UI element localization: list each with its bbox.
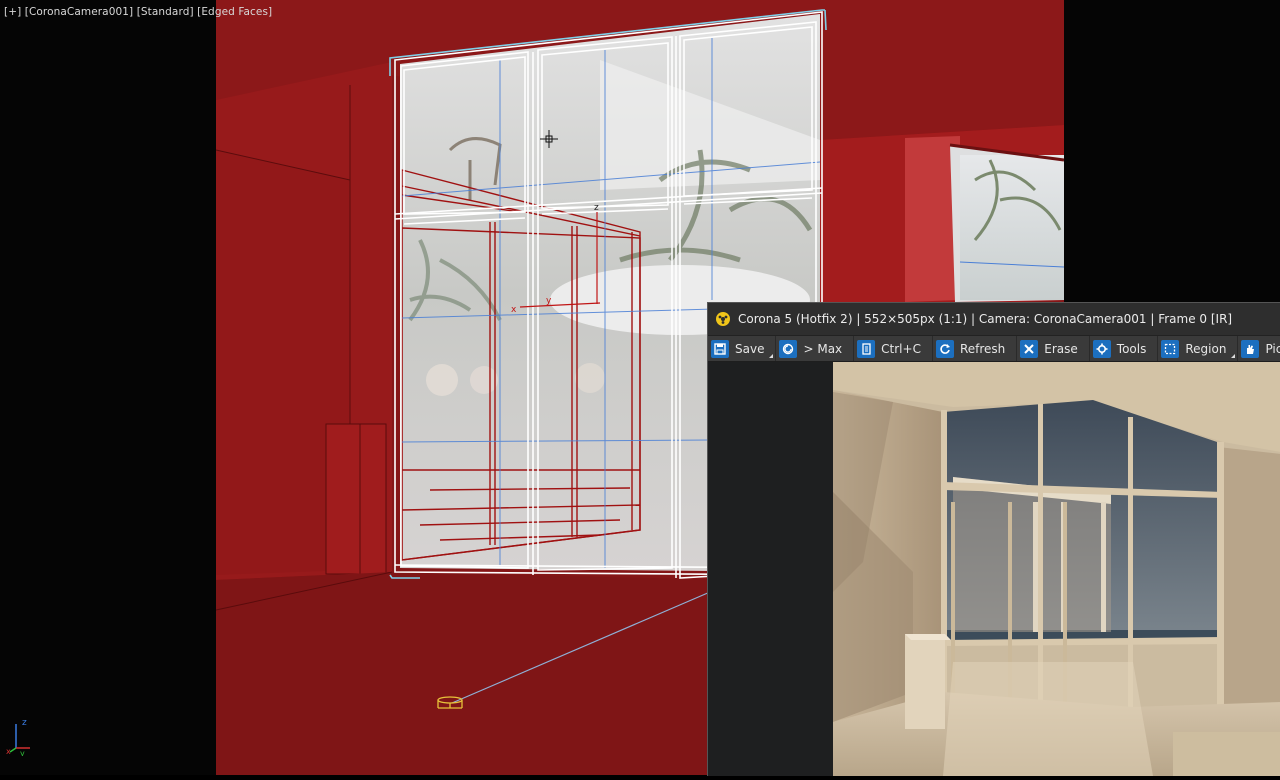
hand-icon xyxy=(1241,339,1260,358)
tools-button[interactable]: Tools xyxy=(1090,336,1159,361)
region-button-label: Region xyxy=(1185,341,1227,356)
gear-icon xyxy=(1092,339,1111,358)
vfb-title: Corona 5 (Hotfix 2) | 552×505px (1:1) | … xyxy=(738,312,1233,326)
to-max-button-label: > Max xyxy=(803,341,843,356)
gizmo-y-label: y xyxy=(546,296,552,306)
tools-button-label: Tools xyxy=(1116,341,1147,356)
refresh-button-label: Refresh xyxy=(959,341,1006,356)
save-button-label: Save xyxy=(735,341,765,356)
save-icon xyxy=(711,339,729,358)
viewport-standard-menu[interactable]: [Standard] xyxy=(137,6,194,18)
gizmo-z-label: z xyxy=(594,203,599,213)
region-button[interactable]: Region xyxy=(1158,336,1239,361)
refresh-button[interactable]: Refresh xyxy=(933,336,1018,361)
vfb-titlebar[interactable]: Corona 5 (Hotfix 2) | 552×505px (1:1) | … xyxy=(708,303,1280,335)
corona-logo-icon xyxy=(716,312,730,326)
viewport-label-menu: [+] [CoronaCamera001] [Standard] [Edged … xyxy=(4,6,272,18)
refresh-icon xyxy=(935,339,954,358)
axis-tripod-icon: z x y xyxy=(6,718,30,756)
viewport-shading-menu[interactable]: [Edged Faces] xyxy=(197,6,272,18)
axis-y-label: y xyxy=(20,749,25,756)
erase-button[interactable]: Erase xyxy=(1017,336,1090,361)
copy-button[interactable]: Ctrl+C xyxy=(854,336,933,361)
vfb-body xyxy=(708,362,1280,776)
render-image[interactable] xyxy=(833,362,1280,776)
pick-button[interactable]: Pick xyxy=(1238,336,1280,361)
viewport-camera-menu[interactable]: [CoronaCamera001] xyxy=(25,6,134,18)
save-button[interactable]: Save xyxy=(708,336,777,361)
copy-icon xyxy=(857,339,876,358)
vfb-side-panel xyxy=(708,362,833,776)
axis-z-label: z xyxy=(22,718,27,728)
erase-button-label: Erase xyxy=(1044,341,1078,356)
region-icon xyxy=(1161,339,1180,358)
vfb-toolbar: Save > Max Ctrl+C Refresh Erase Tools Re… xyxy=(708,335,1280,362)
corona-vfb-window: Corona 5 (Hotfix 2) | 552×505px (1:1) | … xyxy=(707,302,1280,776)
to-max-button[interactable]: > Max xyxy=(776,336,855,361)
axis-x-label: x xyxy=(6,747,11,756)
max-icon xyxy=(779,339,798,358)
viewport-general-menu[interactable]: [+] xyxy=(4,6,21,18)
gizmo-x-label: x xyxy=(511,305,517,315)
save-dropdown-caret-icon[interactable] xyxy=(769,354,774,358)
region-dropdown-caret-icon[interactable] xyxy=(1231,354,1236,358)
erase-icon xyxy=(1020,339,1039,358)
copy-button-label: Ctrl+C xyxy=(881,341,921,356)
pick-button-label: Pick xyxy=(1265,341,1280,356)
